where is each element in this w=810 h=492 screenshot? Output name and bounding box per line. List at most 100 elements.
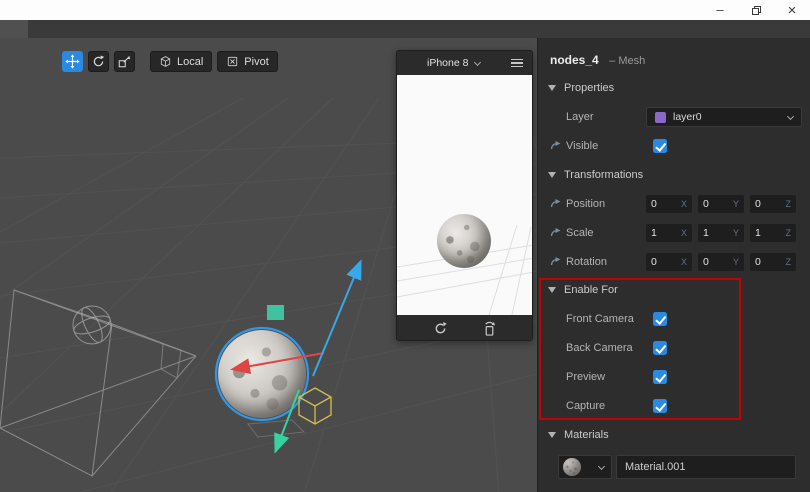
- reset-preview-icon[interactable]: [433, 321, 448, 336]
- section-header-enable-for[interactable]: Enable For: [538, 280, 810, 300]
- layer-label: Layer: [566, 111, 594, 123]
- preview-footer: [397, 315, 532, 341]
- visible-label: Visible: [566, 140, 598, 152]
- section-header-transformations[interactable]: Transformations: [538, 165, 810, 185]
- rotate-tool-button[interactable]: [88, 51, 109, 72]
- viewport-3d[interactable]: Local Pivot iPhone 8: [0, 38, 537, 492]
- property-arrow-icon[interactable]: [550, 198, 561, 209]
- rotation-row: Rotation 0X 0Y 0Z: [538, 252, 810, 272]
- minimize-icon: –: [716, 5, 723, 15]
- strip-tab[interactable]: [0, 20, 28, 38]
- minimize-button[interactable]: –: [702, 0, 738, 20]
- collapse-triangle-icon: [548, 85, 556, 91]
- position-z-field[interactable]: 0Z: [750, 195, 796, 213]
- chevron-down-icon: [598, 462, 605, 469]
- back-camera-row: Back Camera: [538, 338, 810, 358]
- front-camera-checkbox[interactable]: [653, 312, 667, 326]
- pivot-button[interactable]: Pivot: [217, 51, 277, 72]
- section-header-materials[interactable]: Materials: [538, 425, 810, 445]
- chevron-down-icon: [474, 58, 481, 65]
- maximize-button[interactable]: [738, 0, 774, 20]
- section-label: Transformations: [564, 169, 643, 181]
- cube-icon: [159, 55, 172, 68]
- preview-grid: [397, 75, 532, 315]
- material-moon-thumbnail: [563, 458, 581, 476]
- capture-checkbox[interactable]: [653, 399, 667, 413]
- close-icon: ×: [788, 2, 797, 19]
- rotation-label: Rotation: [566, 256, 607, 268]
- property-arrow-icon[interactable]: [550, 140, 561, 151]
- scale-icon: [117, 54, 132, 69]
- pivot-icon: [226, 55, 239, 68]
- plane-handle: [267, 305, 284, 320]
- back-camera-checkbox[interactable]: [653, 341, 667, 355]
- chevron-down-icon: [787, 112, 794, 119]
- preview-enable-label: Preview: [566, 371, 605, 383]
- rotation-y-field[interactable]: 0Y: [698, 253, 744, 271]
- back-camera-label: Back Camera: [566, 342, 633, 354]
- collapse-triangle-icon: [548, 432, 556, 438]
- rotate-icon: [91, 54, 106, 69]
- capture-row: Capture: [538, 396, 810, 416]
- menu-icon[interactable]: [511, 59, 523, 68]
- position-row: Position 0X 0Y 0Z: [538, 194, 810, 214]
- preview-screen: [397, 75, 532, 315]
- collapse-triangle-icon: [548, 172, 556, 178]
- app-window: – ×: [0, 0, 810, 492]
- rotate-device-icon[interactable]: [482, 321, 497, 336]
- property-arrow-icon[interactable]: [550, 256, 561, 267]
- preview-enable-row: Preview: [538, 367, 810, 387]
- top-strip: [0, 20, 810, 38]
- close-button[interactable]: ×: [774, 0, 810, 20]
- local-space-button[interactable]: Local: [150, 51, 212, 72]
- local-space-label: Local: [177, 56, 203, 68]
- scale-x-field[interactable]: 1X: [646, 224, 692, 242]
- inspector-panel: nodes_4 – Mesh Properties Layer layer0 V…: [537, 38, 810, 492]
- scale-label: Scale: [566, 227, 594, 239]
- section-label: Enable For: [564, 284, 618, 296]
- preview-checkbox[interactable]: [653, 370, 667, 384]
- visible-row: Visible: [538, 136, 810, 156]
- property-arrow-icon[interactable]: [550, 227, 561, 238]
- scale-tool-button[interactable]: [114, 51, 135, 72]
- visible-checkbox[interactable]: [653, 139, 667, 153]
- material-thumbnail-select[interactable]: [558, 455, 612, 479]
- scale-z-field[interactable]: 1Z: [750, 224, 796, 242]
- front-camera-row: Front Camera: [538, 309, 810, 329]
- layer-color-swatch: [655, 112, 666, 123]
- position-y-field[interactable]: 0Y: [698, 195, 744, 213]
- selection-outline: [216, 328, 308, 420]
- inspector-header: nodes_4 – Mesh: [550, 51, 645, 69]
- preview-moon: [437, 214, 491, 268]
- rotation-z-field[interactable]: 0Z: [750, 253, 796, 271]
- material-name-field[interactable]: Material.001: [616, 455, 796, 479]
- preview-panel: iPhone 8: [396, 50, 533, 341]
- device-name: iPhone 8: [427, 57, 468, 69]
- rotation-x-field[interactable]: 0X: [646, 253, 692, 271]
- pivot-label: Pivot: [244, 56, 268, 68]
- node-name: nodes_4: [550, 53, 599, 67]
- move-tool-button[interactable]: [62, 51, 83, 72]
- position-x-field[interactable]: 0X: [646, 195, 692, 213]
- device-selector[interactable]: iPhone 8: [427, 57, 480, 69]
- gizmo-z-axis-arrow: [276, 390, 299, 450]
- gizmo-x-axis-arrow: [234, 353, 324, 369]
- collapse-triangle-icon: [548, 287, 556, 293]
- section-label: Materials: [564, 429, 609, 441]
- position-label: Position: [566, 198, 605, 210]
- restore-icon: [751, 5, 762, 16]
- front-camera-label: Front Camera: [566, 313, 634, 325]
- capture-label: Capture: [566, 400, 605, 412]
- move-icon: [65, 54, 80, 69]
- material-row: Material.001: [538, 455, 810, 479]
- viewport-toolbar: Local Pivot: [62, 51, 278, 72]
- scale-y-field[interactable]: 1Y: [698, 224, 744, 242]
- node-type: – Mesh: [609, 55, 645, 67]
- window-titlebar: – ×: [0, 0, 810, 20]
- gizmo-y-axis-arrow: [313, 263, 360, 376]
- layer-row: Layer layer0: [538, 107, 810, 127]
- layer-select[interactable]: layer0: [646, 107, 802, 127]
- scale-row: Scale 1X 1Y 1Z: [538, 223, 810, 243]
- section-label: Properties: [564, 82, 614, 94]
- section-header-properties[interactable]: Properties: [538, 78, 810, 98]
